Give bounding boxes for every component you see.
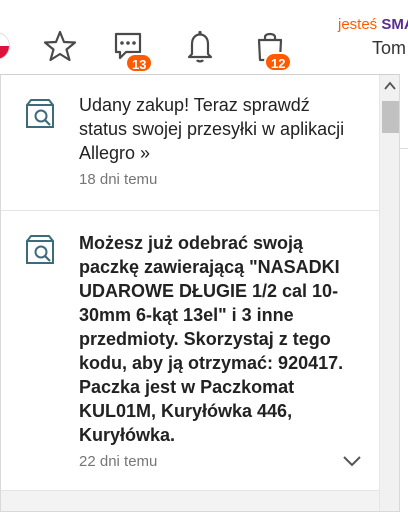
- user-name[interactable]: Tom: [372, 38, 406, 59]
- language-flag-icon[interactable]: [0, 32, 10, 60]
- notification-text: Udany zakup! Teraz sprawdź status swojej…: [79, 95, 345, 163]
- promo-brand: SMA: [381, 16, 408, 33]
- notifications-dropdown: Udany zakup! Teraz sprawdź status swojej…: [0, 74, 400, 512]
- notification-text: Możesz już odebrać swoją paczkę zawieraj…: [79, 233, 344, 445]
- notification-item[interactable]: Możesz już odebrać swoją paczkę zawieraj…: [1, 211, 379, 491]
- messages-count-badge: 13: [125, 53, 154, 73]
- cart-count-badge: 12: [264, 52, 293, 72]
- smart-promo-text[interactable]: jesteś SMA: [338, 16, 408, 33]
- star-icon[interactable]: [40, 26, 80, 66]
- bell-icon[interactable]: [180, 26, 220, 66]
- scrollbar-thumb[interactable]: [382, 101, 399, 133]
- notification-item[interactable]: [1, 491, 379, 511]
- notification-time: 22 dni temu: [79, 453, 158, 470]
- chevron-down-icon[interactable]: [341, 453, 363, 469]
- top-bar: 13 12 jesteś SMA Tom: [0, 0, 408, 74]
- notification-item[interactable]: Udany zakup! Teraz sprawdź status swojej…: [1, 75, 379, 211]
- package-search-icon: [23, 233, 57, 267]
- page-divider: [400, 148, 408, 164]
- notification-time: 18 dni temu: [79, 171, 158, 188]
- promo-prefix: jesteś: [338, 16, 378, 33]
- package-search-icon: [23, 97, 57, 131]
- scrollbar[interactable]: [379, 75, 399, 511]
- scroll-up-icon[interactable]: [380, 75, 399, 97]
